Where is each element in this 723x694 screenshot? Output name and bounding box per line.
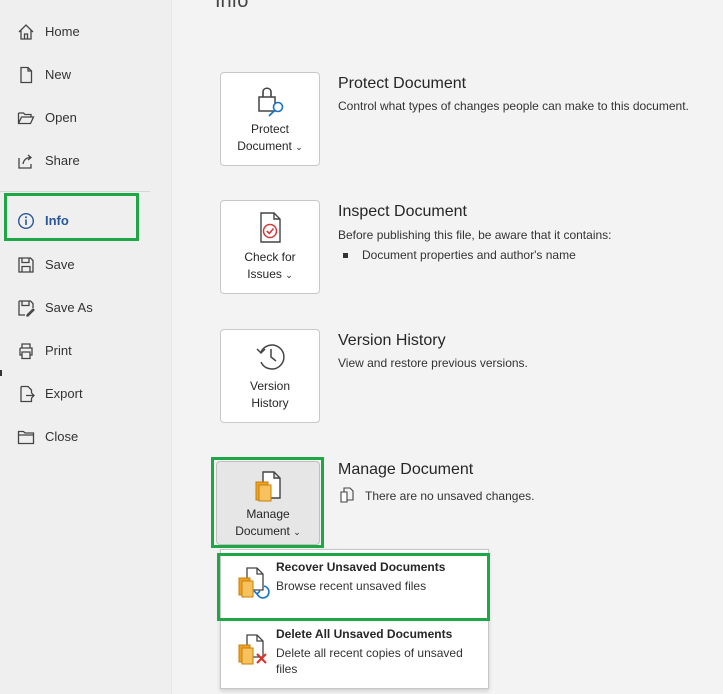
sidebar-item-label: Save [45,257,75,272]
version-label-line2: History [251,396,289,410]
edge-marker [0,370,2,376]
manage-document-button[interactable]: Manage Document ⌄ [216,461,320,545]
protect-document-button[interactable]: Protect Document ⌄ [220,72,320,166]
recover-document-icon [238,567,270,599]
sidebar-item-label: New [45,67,72,82]
sidebar-divider [0,191,150,192]
delete-unsaved-description: Delete all recent copies of unsaved file… [276,646,463,676]
recover-unsaved-title: Recover Unsaved Documents [276,560,446,574]
inspect-label-line1: Check for [244,250,296,264]
recover-unsaved-documents-item[interactable]: Recover Unsaved Documents Browse recent … [221,556,488,620]
sidebar-item-close[interactable]: Close [0,419,172,455]
history-clock-icon [256,344,285,370]
inspect-document-description: Before publishing this file, be aware th… [338,228,612,242]
sidebar-item-home[interactable]: Home [0,14,172,50]
manage-document-menu: Recover Unsaved Documents Browse recent … [220,549,489,689]
close-folder-icon [17,430,35,445]
sidebar-item-export[interactable]: Export [0,376,172,412]
manage-document-icon [255,471,281,502]
backstage-sidebar: Home New Open Share Info Save Save As Pr… [0,0,172,694]
protect-document-description: Control what types of changes people can… [338,99,689,113]
sidebar-item-new[interactable]: New [0,57,172,93]
sidebar-item-save[interactable]: Save [0,247,172,283]
delete-all-unsaved-documents-item[interactable]: Delete All Unsaved Documents Delete all … [221,623,488,687]
print-icon [19,343,33,360]
inspect-bullet-text: Document properties and author's name [362,248,576,262]
save-icon [18,257,34,273]
page-title: Info [215,0,249,12]
chevron-down-icon: ⌄ [295,142,303,152]
sidebar-item-open[interactable]: Open [0,100,172,136]
sidebar-item-label: Info [45,213,69,228]
sidebar-item-save-as[interactable]: Save As [0,290,172,326]
export-icon [20,385,35,403]
sidebar-item-label: Share [45,153,80,168]
new-document-icon [20,66,33,84]
manage-label-line2: Document [235,524,290,538]
document-status-icon [340,487,354,503]
recover-unsaved-description: Browse recent unsaved files [276,579,427,593]
chevron-down-icon: ⌄ [285,270,293,280]
sidebar-item-label: Save As [45,300,93,315]
sidebar-item-label: Open [45,110,77,125]
manage-document-description: There are no unsaved changes. [365,489,535,503]
sidebar-item-label: Export [45,386,83,401]
home-icon [18,24,34,40]
protect-label-line2: Document [237,139,292,153]
manage-document-title: Manage Document [338,461,474,478]
bullet-icon [343,253,348,259]
sidebar-item-share[interactable]: Share [0,143,172,179]
version-history-description: View and restore previous versions. [338,356,528,370]
info-icon [17,212,35,230]
sidebar-item-label: Home [45,24,80,39]
delete-document-icon [238,634,267,665]
delete-unsaved-title: Delete All Unsaved Documents [276,627,453,641]
protect-label-line1: Protect [250,122,289,136]
inspect-document-icon [260,212,281,243]
manage-label-line1: Manage [246,507,290,521]
version-history-title: Version History [338,332,446,349]
sidebar-item-print[interactable]: Print [0,333,172,369]
sidebar-item-label: Print [45,343,72,358]
sidebar-item-label: Close [45,429,79,444]
share-icon [18,154,33,169]
lock-key-icon [258,87,284,117]
version-history-button[interactable]: Version History [220,329,320,423]
chevron-down-icon: ⌄ [293,527,301,537]
inspect-bullet-item: Document properties and author's name [343,248,576,262]
sidebar-item-info[interactable]: Info [0,203,172,239]
check-for-issues-button[interactable]: Check for Issues ⌄ [220,200,320,294]
inspect-document-title: Inspect Document [338,203,467,220]
inspect-label-line2: Issues [247,267,282,281]
version-label-line1: Version [249,379,291,393]
folder-open-icon [17,112,35,125]
protect-document-title: Protect Document [338,75,467,92]
save-as-icon [18,300,35,317]
